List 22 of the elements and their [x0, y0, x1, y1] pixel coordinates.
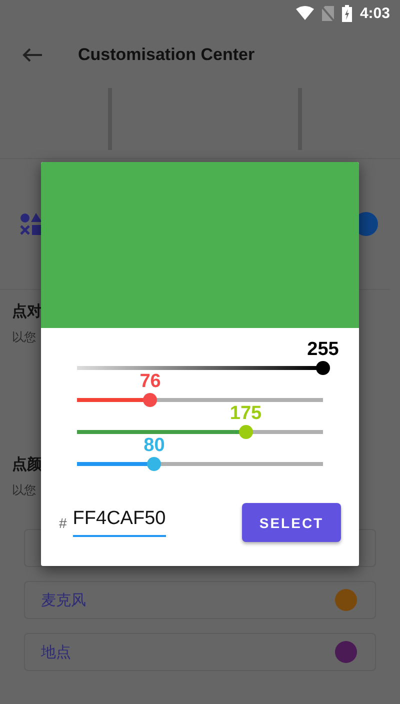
back-arrow-icon[interactable] [22, 48, 42, 62]
slider-thumb[interactable] [238, 425, 253, 439]
slider-thumb[interactable] [143, 393, 158, 407]
hex-input-field[interactable]: FF4CAF50 [72, 508, 166, 537]
clock: 4:03 [360, 4, 390, 22]
no-sim-icon [322, 6, 334, 20]
select-button[interactable]: SELECT [242, 503, 341, 542]
slider-thumb[interactable] [147, 457, 162, 471]
section-subtitle: 以您 [12, 329, 36, 346]
slider-value: 255 [307, 340, 339, 360]
section-title: 点对 [12, 302, 42, 321]
slider-thumb[interactable] [316, 361, 330, 375]
slider-value: 76 [140, 372, 161, 392]
section-subtitle: 以您 [12, 482, 36, 499]
slider-value: 175 [230, 404, 262, 424]
hash-label: # [59, 514, 67, 530]
slider-value: 80 [144, 436, 165, 456]
shapes-icon [20, 213, 42, 235]
wifi-icon [296, 6, 314, 20]
section-title: 点颜 [12, 455, 42, 474]
page-title: Customisation Center [78, 45, 255, 65]
battery-charging-icon [342, 4, 352, 22]
